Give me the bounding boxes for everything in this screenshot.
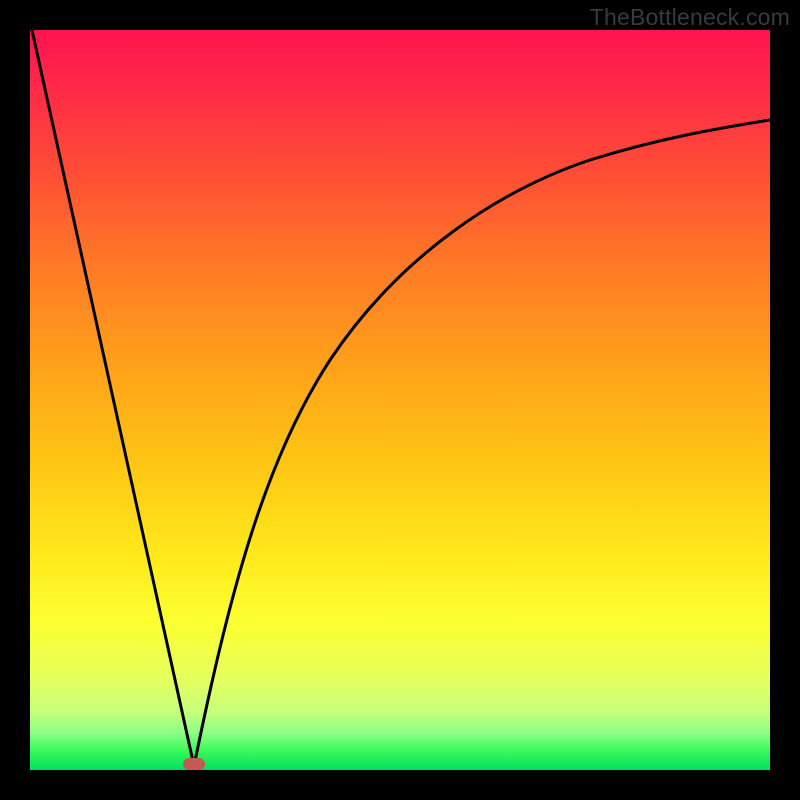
plot-area	[30, 30, 770, 770]
chart-frame: TheBottleneck.com	[0, 0, 800, 800]
bottleneck-curve	[30, 30, 770, 770]
optimum-marker	[183, 758, 205, 770]
curve-right-branch	[194, 120, 770, 766]
watermark-text: TheBottleneck.com	[590, 4, 790, 31]
curve-left-branch	[32, 30, 194, 766]
